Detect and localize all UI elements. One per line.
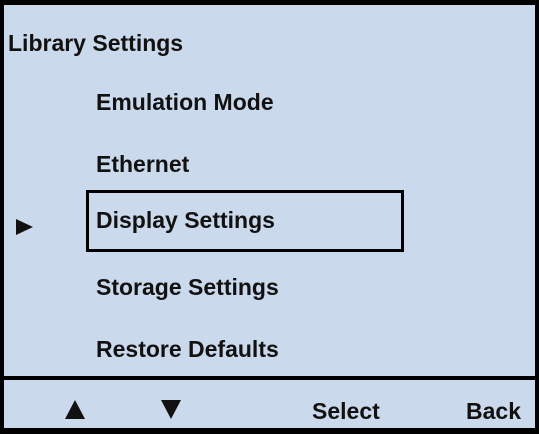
menu-item-display-settings[interactable]: Display Settings <box>86 190 404 252</box>
down-arrow-icon[interactable] <box>161 400 181 419</box>
select-softkey[interactable]: Select <box>312 398 380 425</box>
up-arrow-icon[interactable] <box>65 400 85 419</box>
selection-pointer-icon <box>16 219 33 235</box>
menu-item-restore-defaults[interactable]: Restore Defaults <box>96 336 279 363</box>
back-softkey[interactable]: Back <box>466 398 521 425</box>
lcd-screen: Library Settings Emulation Mode Ethernet… <box>0 0 539 434</box>
menu-item-storage-settings[interactable]: Storage Settings <box>96 274 279 301</box>
menu-item-emulation-mode[interactable]: Emulation Mode <box>96 89 274 116</box>
menu-item-ethernet[interactable]: Ethernet <box>96 151 189 178</box>
softkey-bar: Select Back <box>4 376 535 432</box>
screen-title: Library Settings <box>8 30 184 56</box>
